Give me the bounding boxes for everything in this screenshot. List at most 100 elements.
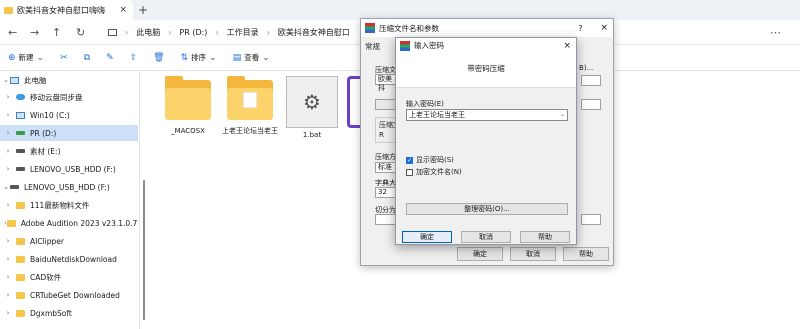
chevron-right-icon[interactable]: › — [4, 291, 12, 299]
share-icon: ⇪ — [129, 52, 138, 63]
encrypt-filenames-checkbox[interactable]: 加密文件名(N) — [406, 167, 462, 177]
password-dialog: 输入密码 × 带密码压缩 输入密码(E) 上老王论坛当老王 ⌄ ✓ 显示密码(S… — [395, 37, 577, 245]
sidebar-item-label: LENOVO_USB_HDD (F:) — [24, 182, 110, 192]
cancel-button[interactable]: 取消 — [510, 247, 556, 261]
chevron-down-icon[interactable]: ⌄ — [2, 76, 10, 84]
refresh-icon[interactable]: ↻ — [76, 26, 85, 39]
breadcrumb-item[interactable]: PR (D:) — [179, 28, 207, 37]
method-select[interactable]: 标准 — [375, 162, 397, 173]
folder-icon — [16, 309, 25, 317]
view-button[interactable]: ▤ 查看 ⌄ — [225, 52, 278, 63]
chevron-right-icon[interactable]: › — [4, 201, 12, 209]
password-value: 上老王论坛当老王 — [409, 111, 465, 119]
chevron-right-icon[interactable]: › — [4, 309, 12, 317]
sidebar-item-cloud[interactable]: › 移动云盘同步盘 — [0, 89, 138, 105]
sidebar-item-label: 素材 (E:) — [30, 146, 61, 156]
share-button[interactable]: ⇪ — [122, 53, 146, 63]
dialog-heading: 带密码压缩 — [396, 53, 576, 88]
profile-select[interactable] — [581, 75, 601, 86]
pc-icon — [108, 28, 117, 36]
new-tab-button[interactable]: + — [138, 3, 148, 17]
sidebar-item-folder[interactable]: › CAD软件 — [0, 269, 138, 285]
profile-button[interactable] — [375, 99, 397, 110]
sidebar-item-f-drive[interactable]: › LENOVO_USB_HDD (F:) — [0, 161, 138, 177]
copy-icon: ⧉ — [83, 52, 91, 63]
tab-general[interactable]: 常规 — [365, 41, 380, 52]
sidebar-item-e-drive[interactable]: › 素材 (E:) — [0, 143, 138, 159]
password-input[interactable]: 上老王论坛当老王 ⌄ — [406, 109, 568, 121]
checkbox-unchecked[interactable] — [406, 168, 413, 176]
drive-icon — [10, 185, 19, 189]
sidebar-item-d-drive[interactable]: › PR (D:) — [0, 125, 138, 141]
breadcrumb[interactable]: › 此电脑 › PR (D:) › 工作目录 › 欧美抖音女神自慰口 — [108, 23, 358, 41]
file-item-bat[interactable]: ⚙ 1.bat — [282, 76, 342, 140]
sidebar-item-label: 此电脑 — [24, 75, 47, 85]
breadcrumb-separator: › — [266, 27, 270, 37]
rename-button[interactable]: ✎ — [98, 53, 122, 63]
format-group — [375, 117, 397, 143]
drive-icon — [16, 167, 25, 171]
delete-button[interactable]: 🗑 — [145, 53, 172, 63]
breadcrumb-item[interactable]: 此电脑 — [136, 27, 160, 38]
cloud-icon — [16, 94, 25, 100]
help-button[interactable]: 帮助 — [563, 247, 609, 261]
copy-button[interactable]: ⧉ — [76, 53, 98, 63]
chevron-down-icon[interactable]: ⌄ — [560, 110, 565, 120]
sidebar-item-label: BaiduNetdiskDownload — [30, 254, 117, 264]
tab-title: 欧美抖音女神自慰口嗨嗨 — [17, 5, 105, 15]
show-password-checkbox[interactable]: ✓ 显示密码(S) — [406, 155, 454, 165]
chevron-down-icon: ⌄ — [36, 52, 45, 63]
update-select[interactable] — [581, 99, 601, 110]
ok-button[interactable]: 确定 — [402, 231, 452, 243]
sidebar-item-folder[interactable]: › BaiduNetdiskDownload — [0, 251, 138, 267]
split-right-field[interactable] — [581, 214, 601, 225]
chevron-right-icon[interactable]: › — [4, 165, 12, 173]
organize-passwords-button[interactable]: 整理密码(O)... — [406, 203, 568, 215]
gear-icon: ⚙ — [286, 76, 338, 128]
more-icon[interactable]: ⋯ — [770, 26, 781, 39]
file-item-folder[interactable]: 上老王论坛当老王 — [220, 76, 280, 136]
dialog-title: 输入密码 — [414, 41, 444, 50]
tab-current[interactable]: 欧美抖音女神自慰口嗨嗨 × — [0, 0, 133, 20]
checkbox-checked[interactable]: ✓ — [406, 156, 413, 164]
up-icon[interactable]: ↑ — [52, 26, 61, 39]
sidebar-item-folder[interactable]: › 111最新物料文件 — [0, 197, 138, 213]
help-button[interactable]: 帮助 — [520, 231, 570, 243]
folder-icon — [4, 6, 13, 14]
archive-name-field[interactable]: 欧美抖 — [375, 74, 397, 92]
chevron-right-icon[interactable]: › — [4, 255, 12, 263]
back-icon[interactable]: ← — [8, 26, 17, 39]
sidebar-item-folder[interactable]: › CRTubeGet Downloaded — [0, 287, 138, 303]
sidebar-item-label: Adobe Audition 2023 v23.1.0.75 — [20, 218, 138, 228]
ok-button[interactable]: 确定 — [457, 247, 503, 261]
breadcrumb-item[interactable]: 工作目录 — [227, 27, 259, 38]
chevron-right-icon[interactable]: › — [4, 129, 12, 137]
sidebar-item-this-pc[interactable]: ⌄ 此电脑 — [0, 72, 138, 88]
chevron-right-icon[interactable]: › — [4, 147, 12, 155]
file-name: 上老王论坛当老王 — [222, 127, 278, 135]
new-button[interactable]: ⊕ 新建 ⌄ — [0, 52, 52, 63]
split-field[interactable] — [375, 214, 397, 225]
sidebar-item-f-drive-root[interactable]: ⌄ LENOVO_USB_HDD (F:) — [0, 179, 138, 195]
cut-button[interactable]: ✂ — [52, 53, 76, 63]
chevron-right-icon[interactable]: › — [4, 93, 12, 101]
forward-icon[interactable]: → — [30, 26, 39, 39]
tab-close-icon[interactable]: × — [119, 5, 133, 15]
close-icon[interactable]: × — [563, 41, 576, 51]
sidebar-item-folder[interactable]: › DgxmbSoft — [0, 305, 138, 321]
dictionary-select[interactable]: 32 — [375, 187, 397, 198]
file-item-folder[interactable]: _MACOSX — [158, 76, 218, 136]
sidebar-item-folder[interactable]: › Adobe Audition 2023 v23.1.0.75 — [0, 215, 138, 231]
chevron-right-icon[interactable]: › — [4, 273, 12, 281]
help-icon[interactable]: ? — [578, 24, 596, 33]
sort-button[interactable]: ⇅ 排序 ⌄ — [173, 52, 225, 63]
sidebar-item-c-drive[interactable]: › Win10 (C:) — [0, 107, 138, 123]
cancel-button[interactable]: 取消 — [461, 231, 511, 243]
chevron-right-icon[interactable]: › — [4, 111, 12, 119]
chevron-down-icon[interactable]: ⌄ — [2, 183, 10, 191]
browse-button[interactable]: B)... — [579, 64, 593, 72]
chevron-right-icon[interactable]: › — [4, 237, 12, 245]
breadcrumb-item[interactable]: 欧美抖音女神自慰口 — [278, 27, 350, 38]
sidebar-item-folder[interactable]: › AIClipper — [0, 233, 138, 249]
close-icon[interactable]: × — [600, 23, 613, 33]
